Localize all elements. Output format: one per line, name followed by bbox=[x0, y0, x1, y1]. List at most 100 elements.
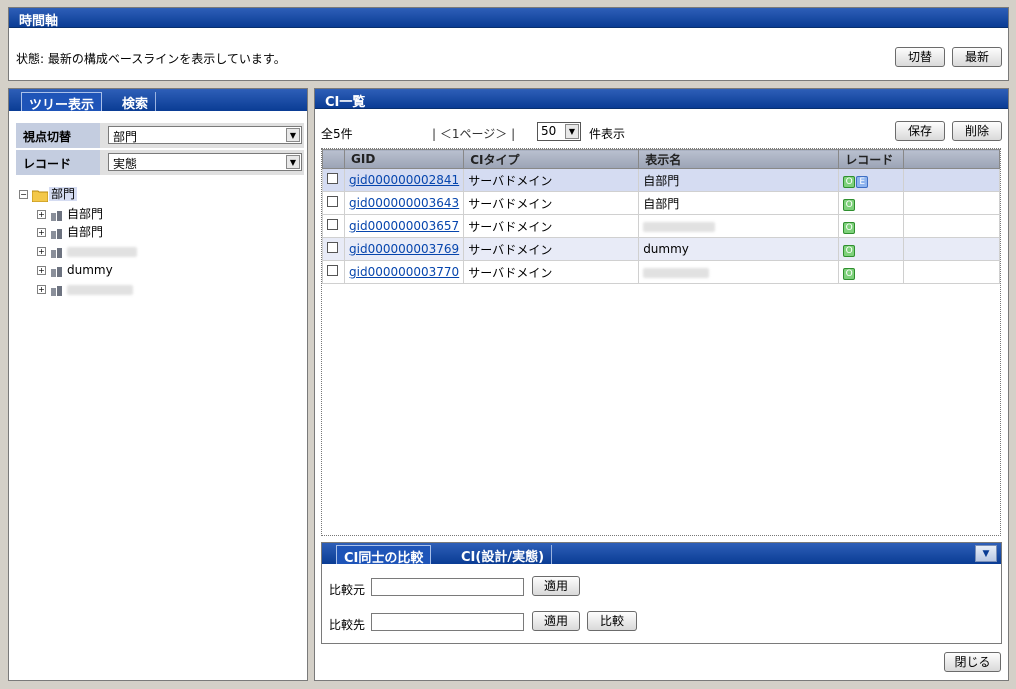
expected-record-icon[interactable]: E bbox=[856, 175, 869, 188]
row-checkbox-cell bbox=[322, 237, 345, 261]
tree-item-label[interactable]: 自部門 bbox=[67, 225, 103, 239]
target-label: 比較先 bbox=[329, 618, 366, 632]
gid-link[interactable]: gid000000003643 bbox=[349, 196, 459, 210]
record-label: レコード bbox=[16, 150, 100, 175]
display-name-cell: dummy bbox=[638, 237, 840, 261]
record-cell: O bbox=[838, 260, 905, 284]
observed-record-icon[interactable]: O bbox=[843, 198, 856, 211]
switch-button[interactable]: 切替 bbox=[895, 47, 945, 67]
viewpoint-select[interactable]: 部門 ▼ bbox=[108, 126, 302, 144]
save-button[interactable]: 保存 bbox=[895, 121, 945, 141]
server-icon bbox=[50, 246, 64, 258]
expand-icon[interactable]: + bbox=[37, 210, 46, 219]
gid-link[interactable]: gid000000002841 bbox=[349, 173, 459, 187]
source-label: 比較元 bbox=[329, 583, 366, 597]
gid-link[interactable]: gid000000003770 bbox=[349, 265, 459, 279]
expand-icon[interactable]: + bbox=[37, 228, 46, 237]
gid-link[interactable]: gid000000003769 bbox=[349, 242, 459, 256]
tree-item[interactable]: + bbox=[37, 242, 137, 260]
table-row[interactable]: gid000000003770 サーバドメイン O bbox=[322, 260, 1000, 284]
compare-tabbar: CI同士の比較 CI(設計/実態) ▼ bbox=[322, 543, 1001, 566]
observed-record-icon[interactable]: O bbox=[843, 267, 856, 280]
tab-search[interactable]: 検索 bbox=[115, 92, 157, 112]
row-checkbox[interactable] bbox=[327, 242, 338, 253]
apply-source-button[interactable]: 適用 bbox=[532, 576, 580, 596]
column-header-ci-type[interactable]: CIタイプ bbox=[463, 149, 640, 169]
record-cell: O bbox=[838, 237, 905, 261]
tree-panel: ツリー表示 検索 視点切替 部門 ▼ レコード 実態 ▼ − 部門 + 自部門 + 自… bbox=[8, 88, 308, 681]
tree-item[interactable]: + 自部門 bbox=[37, 205, 103, 223]
column-header-display-name[interactable]: 表示名 bbox=[638, 149, 840, 169]
tab-tree-view[interactable]: ツリー表示 bbox=[21, 92, 103, 113]
display-name-cell: 自部門 bbox=[638, 168, 840, 192]
tree-item[interactable]: + bbox=[37, 280, 133, 298]
pager[interactable]: | ＜1ページ＞ | bbox=[432, 125, 515, 142]
row-checkbox[interactable] bbox=[327, 219, 338, 230]
row-checkbox-cell bbox=[322, 214, 345, 238]
tree-item[interactable]: + dummy bbox=[37, 261, 113, 279]
table-row[interactable]: gid000000002841 サーバドメイン 自部門 OE bbox=[322, 168, 1000, 192]
server-icon bbox=[50, 284, 64, 296]
column-header-gid[interactable]: GID bbox=[343, 149, 465, 169]
ci-type-cell: サーバドメイン bbox=[463, 214, 640, 238]
select-column-header bbox=[322, 149, 345, 169]
column-header-record[interactable]: レコード bbox=[838, 149, 905, 169]
per-page-select[interactable]: 50 ▼ bbox=[537, 122, 581, 141]
gid-link[interactable]: gid000000003657 bbox=[349, 219, 459, 233]
table-row[interactable]: gid000000003769 サーバドメイン dummy O bbox=[322, 237, 1000, 261]
tab-ci-design-actual[interactable]: CI(設計/実態) bbox=[454, 545, 553, 565]
delete-button[interactable]: 削除 bbox=[952, 121, 1002, 141]
display-name-cell: 自部門 bbox=[638, 191, 840, 215]
chevron-down-icon[interactable]: ▼ bbox=[286, 155, 300, 169]
status-text: 状態: 最新の構成ベースラインを表示しています。 bbox=[16, 52, 286, 66]
table-row[interactable]: gid000000003643 サーバドメイン 自部門 O bbox=[322, 191, 1000, 215]
per-page-suffix: 件表示 bbox=[589, 127, 626, 141]
row-checkbox-cell bbox=[322, 191, 345, 215]
record-value: 実態 bbox=[113, 157, 138, 171]
record-cell: OE bbox=[838, 168, 905, 192]
display-name-cell bbox=[638, 214, 840, 238]
expand-icon[interactable]: + bbox=[37, 285, 46, 294]
compare-button[interactable]: 比較 bbox=[587, 611, 637, 631]
table-header: GID CIタイプ 表示名 レコード bbox=[322, 149, 1000, 169]
collapse-icon[interactable]: − bbox=[19, 190, 28, 199]
close-button[interactable]: 閉じる bbox=[944, 652, 1001, 672]
row-checkbox[interactable] bbox=[327, 173, 338, 184]
target-input[interactable] bbox=[371, 613, 524, 631]
per-page-value: 50 bbox=[541, 124, 557, 138]
source-input[interactable] bbox=[371, 578, 524, 596]
table-row[interactable]: gid000000003657 サーバドメイン O bbox=[322, 214, 1000, 238]
latest-button[interactable]: 最新 bbox=[952, 47, 1002, 67]
viewpoint-label: 視点切替 bbox=[16, 123, 100, 148]
expand-icon[interactable]: + bbox=[37, 247, 46, 256]
viewpoint-value: 部門 bbox=[113, 130, 138, 144]
observed-record-icon[interactable]: O bbox=[843, 221, 856, 234]
record-select[interactable]: 実態 ▼ bbox=[108, 153, 302, 171]
row-checkbox[interactable] bbox=[327, 265, 338, 276]
ci-list-panel: CI一覧 全5件 | ＜1ページ＞ | 50 ▼ 件表示 保存 削除 GID C… bbox=[314, 88, 1009, 681]
chevron-down-icon[interactable]: ▼ bbox=[565, 124, 579, 139]
tree-root[interactable]: − 部門 bbox=[19, 185, 78, 203]
expand-icon[interactable]: + bbox=[37, 266, 46, 275]
record-row: レコード 実態 ▼ bbox=[16, 150, 304, 175]
filler-column-header bbox=[903, 149, 1000, 169]
tree-item-label[interactable]: dummy bbox=[67, 263, 113, 277]
total-count: 全5件 bbox=[321, 127, 353, 141]
record-cell: O bbox=[838, 191, 905, 215]
collapse-panel-icon[interactable]: ▼ bbox=[975, 545, 997, 562]
observed-record-icon[interactable]: O bbox=[843, 244, 856, 257]
tree-root-label[interactable]: 部門 bbox=[49, 187, 78, 201]
tree-item-label[interactable]: 自部門 bbox=[67, 207, 103, 221]
apply-target-button[interactable]: 適用 bbox=[532, 611, 580, 631]
chevron-down-icon[interactable]: ▼ bbox=[286, 128, 300, 142]
ci-type-cell: サーバドメイン bbox=[463, 168, 640, 192]
record-cell: O bbox=[838, 214, 905, 238]
tab-ci-compare[interactable]: CI同士の比較 bbox=[336, 545, 432, 566]
ci-table: GID CIタイプ 表示名 レコード gid000000002841 サーバドメ… bbox=[322, 149, 1000, 284]
server-icon bbox=[50, 265, 64, 277]
row-checkbox[interactable] bbox=[327, 196, 338, 207]
timeline-panel: 時間軸 状態: 最新の構成ベースラインを表示しています。 切替 最新 bbox=[8, 7, 1009, 81]
row-checkbox-cell bbox=[322, 260, 345, 284]
observed-record-icon[interactable]: O bbox=[843, 175, 856, 188]
tree-item[interactable]: + 自部門 bbox=[37, 223, 103, 241]
